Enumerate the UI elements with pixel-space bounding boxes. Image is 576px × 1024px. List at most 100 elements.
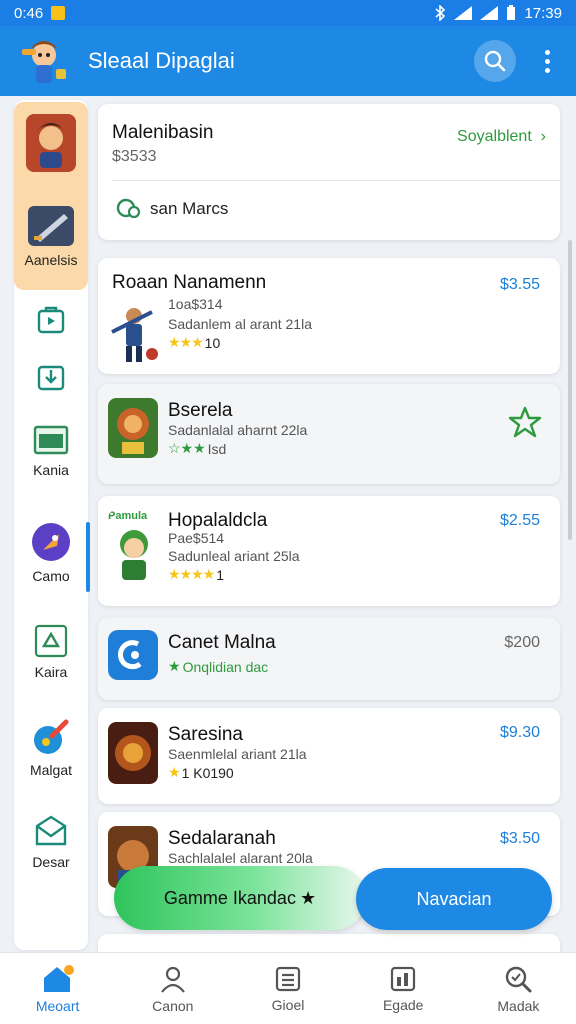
- game-rating-value: 1: [216, 566, 224, 583]
- wifi-signal-icon: [454, 6, 473, 20]
- game-card[interactable]: Pamula Hopalaldcla Pae$514 Sadunleal ari…: [98, 496, 560, 606]
- featured-link[interactable]: Soyalblent ›: [457, 128, 546, 146]
- download-icon: [37, 365, 65, 391]
- status-right: 17:39: [434, 5, 562, 22]
- nav-item-home[interactable]: Meoart: [0, 953, 115, 1024]
- bag-icon: [37, 306, 65, 334]
- rail-item-kania[interactable]: Kania: [14, 424, 88, 478]
- game-title: Saresina: [168, 724, 243, 745]
- featured-link-label: Soyalblent: [457, 128, 532, 145]
- star-rating-icon: ★★★: [168, 334, 204, 350]
- game-title: Sedalaranah: [168, 828, 276, 849]
- nav-item-egade[interactable]: Egade: [346, 953, 461, 1024]
- rail-label-camo: Camo: [32, 568, 70, 584]
- game-thumbnail: [108, 722, 158, 784]
- list-icon: [275, 966, 301, 991]
- game-rating-action-button[interactable]: Gamme Ikandac ★: [114, 866, 366, 930]
- magnifier-icon: [506, 966, 532, 992]
- rail-item-bag[interactable]: [14, 304, 88, 334]
- game-price: $200: [504, 634, 540, 651]
- battery-icon: [507, 5, 516, 20]
- game-price: $3.55: [499, 276, 540, 293]
- game-card[interactable]: Canet Malna ★ Onqlidian dac $200: [98, 618, 560, 700]
- more-vert-icon: [544, 49, 550, 55]
- rail-label-aanelsis: Aanelsis: [24, 252, 78, 268]
- game-title: Roaan Nanamenn: [112, 272, 267, 293]
- star-icon: ★: [299, 887, 317, 908]
- recycle-icon: [34, 624, 68, 658]
- more-options-button[interactable]: [532, 40, 562, 82]
- game-meta: Pae$514: [168, 530, 225, 546]
- nav-item-gioel[interactable]: Gioel: [230, 953, 345, 1024]
- game-thumbnail: [108, 302, 160, 364]
- rail-item-malgat[interactable]: Malgat: [14, 718, 88, 778]
- app-logo[interactable]: [14, 31, 74, 91]
- game-subtitle: Sadunleal ariant 25la: [168, 548, 300, 564]
- game-rating: ★★★ 10: [168, 334, 220, 351]
- game-rating: ★ 1 K0190: [168, 764, 234, 781]
- game-badge: Pamula: [108, 510, 148, 522]
- bottom-navigation: Meoart Canon Gioel Egade Madak: [0, 952, 576, 1024]
- nav-item-canon[interactable]: Canon: [115, 953, 230, 1024]
- game-price: $2.55: [499, 512, 540, 529]
- game-art-icon: [26, 114, 76, 172]
- star-small-icon: ★: [168, 658, 181, 674]
- featured-divider: [112, 180, 560, 181]
- game-card[interactable]: Saresina Saenmlelal ariant 21la ★ 1 K019…: [98, 708, 560, 804]
- rail-item-camo[interactable]: Camo: [14, 522, 88, 584]
- person-group-icon: [160, 966, 185, 993]
- star-rating-icon: ★★★★: [168, 566, 215, 582]
- status-bar: 0:46 17:39: [0, 0, 576, 26]
- game-rating: ★ Onqlidian dac: [168, 658, 268, 675]
- sim-icon: [51, 6, 66, 20]
- nav-label-canon: Canon: [152, 997, 194, 1014]
- rocket-icon: [32, 523, 70, 561]
- bluetooth-icon: [435, 5, 446, 21]
- game-card[interactable]: Roaan Nanamenn 1oa$314 Sadanlem al arant…: [98, 258, 560, 374]
- game-title: Bserela: [168, 400, 233, 421]
- featured-filter[interactable]: san Marcs: [116, 198, 228, 220]
- scrollbar[interactable]: [568, 240, 572, 540]
- side-rail: Aanelsis Kania Camo Kaira Malgat Desar: [14, 100, 88, 950]
- rail-item-aanelsis[interactable]: Aanelsis: [14, 206, 88, 268]
- game-rating-value: 1 K0190: [181, 764, 234, 781]
- game-title: Hopalaldcla: [168, 510, 268, 531]
- sword-art-icon: [28, 206, 74, 246]
- featured-subtitle: $3533: [112, 148, 157, 165]
- nav-label-madak: Madak: [497, 997, 540, 1014]
- chart-icon: [391, 966, 416, 991]
- navigation-button-label: Navacian: [416, 888, 492, 909]
- app-title: Sleaal Dipaglai: [88, 48, 235, 73]
- rail-label-kaira: Kaira: [34, 664, 68, 680]
- nav-item-madak[interactable]: Madak: [461, 953, 576, 1024]
- featured-card[interactable]: Malenibasin $3533 Soyalblent › san Marcs: [98, 104, 560, 240]
- home-icon: [43, 964, 74, 992]
- navigation-button[interactable]: Navacian: [356, 868, 552, 930]
- game-thumbnail: [108, 630, 158, 680]
- game-price: $3.50: [499, 830, 540, 847]
- rail-label-malgat: Malgat: [29, 762, 73, 778]
- game-meta: 1oa$314: [168, 296, 223, 312]
- featured-title: Malenibasin: [112, 122, 214, 143]
- status-time: 0:46: [14, 4, 44, 22]
- search-button[interactable]: [474, 40, 516, 82]
- rail-selection-indicator: [86, 522, 90, 592]
- rail-label-kania: Kania: [33, 462, 69, 478]
- game-subtitle: Onqlidian dac: [182, 658, 269, 675]
- game-subtitle: Sachlalalel alarant 20la: [168, 850, 313, 866]
- rail-item-desar[interactable]: Desar: [14, 814, 88, 870]
- brush-icon: [34, 719, 69, 754]
- favorite-star-icon[interactable]: [508, 406, 542, 438]
- nav-label-gioel: Gioel: [271, 996, 305, 1013]
- game-card[interactable]: Bserela Sadanlalal aharnt 22la ☆★★ Isd: [98, 384, 560, 484]
- star-rating-icon: ★: [168, 764, 181, 780]
- game-rating: ☆★★ Isd: [168, 440, 226, 457]
- envelope-icon: [35, 815, 67, 846]
- window-icon: [33, 425, 69, 455]
- rail-item-kaira[interactable]: Kaira: [14, 624, 88, 680]
- game-thumbnail: [108, 398, 158, 458]
- game-rating-value: Isd: [207, 440, 227, 457]
- rail-item-download[interactable]: [14, 362, 88, 392]
- rail-item-featured-game[interactable]: [14, 114, 88, 172]
- game-rating-value: 10: [204, 334, 221, 351]
